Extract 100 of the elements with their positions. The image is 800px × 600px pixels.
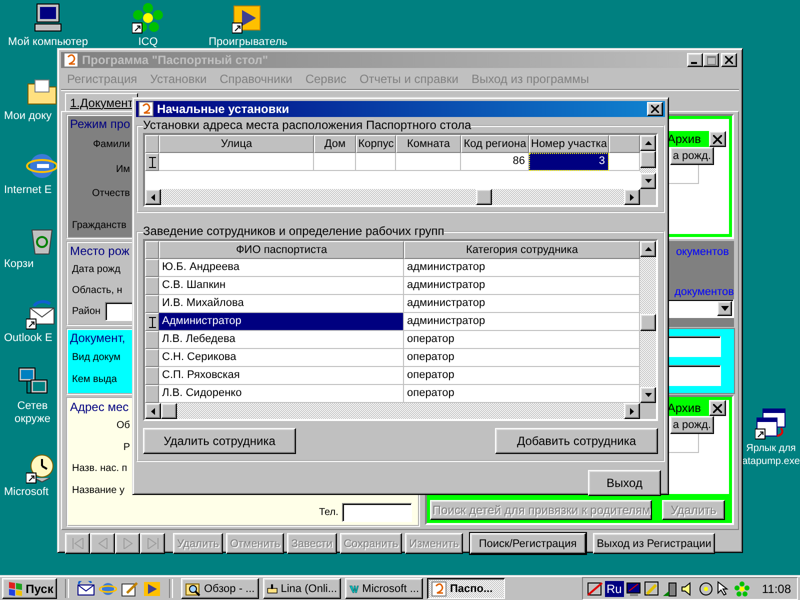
tab[interactable]: 1.Документ — [65, 93, 138, 111]
table-cell[interactable]: оператор — [404, 331, 640, 349]
minimize-button[interactable] — [687, 53, 703, 67]
table-cell[interactable] — [356, 153, 396, 171]
scroll-up-button[interactable] — [640, 135, 656, 151]
table-cell[interactable]: Администратор — [159, 313, 404, 331]
field-label: Им — [114, 164, 130, 175]
scroll-down-button[interactable] — [640, 173, 656, 189]
table-cell[interactable] — [396, 153, 461, 171]
icon-label[interactable]: Microsoft — [4, 486, 57, 499]
monitor-icon[interactable] — [626, 580, 642, 596]
table-cell[interactable]: С.П. Ряховская — [159, 367, 404, 385]
envelope-icon[interactable] — [77, 580, 95, 596]
table-cell[interactable]: Ю.Б. Андреева — [159, 259, 404, 277]
close-button[interactable] — [721, 53, 737, 67]
input-field[interactable] — [342, 502, 412, 522]
group-title: Установки адреса места расположения Паспортного стола — [143, 119, 472, 132]
table-cell[interactable]: С.Н. Серикова — [159, 349, 404, 367]
icon-label[interactable]: Internet E — [4, 184, 57, 197]
i-beam-icon — [148, 316, 156, 328]
pen-icon[interactable] — [121, 580, 139, 596]
icon-label[interactable]: Проигрыватель — [200, 36, 296, 49]
table-cell[interactable]: оператор — [404, 367, 640, 385]
table-cell[interactable]: 3 — [529, 153, 609, 171]
cd-icon[interactable] — [698, 580, 714, 596]
add-employee-button[interactable]: Добавить сотрудника — [495, 428, 658, 454]
scroll-thumb[interactable] — [161, 403, 177, 419]
start-button[interactable]: Пуск — [2, 578, 57, 599]
battery-icon[interactable] — [662, 580, 678, 596]
taskbar-button[interactable]: Lina (Onli... — [263, 578, 341, 599]
column-header[interactable]: Номер участка — [529, 135, 609, 153]
table-cell[interactable] — [159, 153, 314, 171]
icon-label[interactable]: Ярлык для atapump.exe — [742, 442, 800, 468]
taskbar-button[interactable]: Паспо... — [427, 578, 505, 599]
icon-label[interactable]: Outlook E — [4, 332, 57, 345]
row-indicator[interactable] — [145, 313, 159, 331]
scroll-thumb[interactable] — [640, 151, 656, 168]
table-cell[interactable]: оператор — [404, 349, 640, 367]
taskbar-button[interactable]: Microsoft ... — [345, 578, 423, 599]
icon-label[interactable]: Мой компьютер — [0, 36, 96, 49]
icon-label[interactable]: Сетев окруже — [8, 400, 57, 426]
close-icon — [651, 105, 659, 113]
taskbar-button[interactable]: Обзор - ... — [181, 578, 259, 599]
close-button[interactable] — [709, 400, 726, 416]
language-indicator[interactable]: Ru — [604, 580, 624, 596]
field-label: Тел. — [319, 506, 338, 518]
date-button[interactable]: а рожд. — [670, 416, 714, 434]
table-cell[interactable]: администратор — [404, 277, 640, 295]
field-label: Название у — [71, 485, 124, 496]
scroll-right-button[interactable] — [624, 403, 640, 419]
close-button[interactable] — [647, 102, 663, 116]
triangle-right-icon — [630, 194, 634, 200]
table-cell[interactable]: администратор — [404, 295, 640, 313]
toolbar-button[interactable]: Выход из Регистрации — [592, 533, 716, 554]
app-icon — [138, 101, 154, 117]
input-field[interactable] — [104, 302, 135, 321]
scroll-down-button[interactable] — [640, 387, 656, 403]
clock[interactable]: 11:08 — [762, 582, 791, 596]
date-button[interactable]: а рожд. — [670, 147, 714, 165]
column-header[interactable]: Категория сотрудника — [404, 241, 640, 259]
close-button[interactable] — [709, 131, 726, 147]
scroll-track[interactable] — [640, 168, 656, 173]
table-cell[interactable]: администратор — [404, 313, 640, 331]
row-indicator[interactable] — [145, 153, 159, 171]
column-header[interactable]: ФИО паспортиста — [159, 241, 404, 259]
maximize-icon — [706, 56, 716, 64]
table-icon[interactable] — [755, 408, 787, 440]
column-header[interactable]: Код региона — [461, 135, 529, 153]
icon-label[interactable]: Корзи — [4, 258, 57, 271]
scroll-thumb[interactable] — [476, 189, 492, 205]
toolbar-button[interactable]: Поиск/Регистрация — [470, 533, 586, 554]
flower-icon[interactable] — [132, 2, 164, 34]
scroll-left-button[interactable] — [145, 189, 161, 205]
scroll-thumb[interactable] — [640, 314, 656, 330]
column-header[interactable]: Комната — [396, 135, 461, 153]
computer-icon[interactable] — [32, 2, 64, 34]
icon-label[interactable]: Мои доку — [4, 110, 57, 123]
skip-back-icon — [70, 538, 84, 549]
column-header[interactable]: Улица — [159, 135, 314, 153]
table-cell[interactable]: С.В. Шапкин — [159, 277, 404, 295]
field-label: Фамили — [92, 138, 130, 150]
dialog-title: Начальные установки — [157, 102, 290, 116]
icon-label[interactable]: ICQ — [108, 36, 188, 49]
scroll-right-button[interactable] — [624, 189, 640, 205]
exit-button[interactable]: Выход — [588, 470, 661, 496]
column-header[interactable]: Корпус — [356, 135, 396, 153]
table-cell[interactable]: администратор — [404, 259, 640, 277]
close-icon — [713, 134, 722, 144]
column-header[interactable]: Дом — [314, 135, 356, 153]
table-cell[interactable]: Л.В. Лебедева — [159, 331, 404, 349]
triangle-up-icon — [644, 247, 652, 251]
wrench-icon[interactable] — [644, 580, 660, 596]
table-cell[interactable] — [314, 153, 356, 171]
delete-employee-button[interactable]: Удалить сотрудника — [143, 428, 296, 454]
maximize-button[interactable] — [703, 53, 719, 67]
scroll-left-button[interactable] — [145, 403, 161, 419]
modem-icon[interactable] — [586, 580, 603, 596]
close-icon — [713, 404, 722, 412]
scroll-up-button[interactable] — [640, 241, 656, 257]
field-label: Отчеств — [90, 188, 130, 200]
